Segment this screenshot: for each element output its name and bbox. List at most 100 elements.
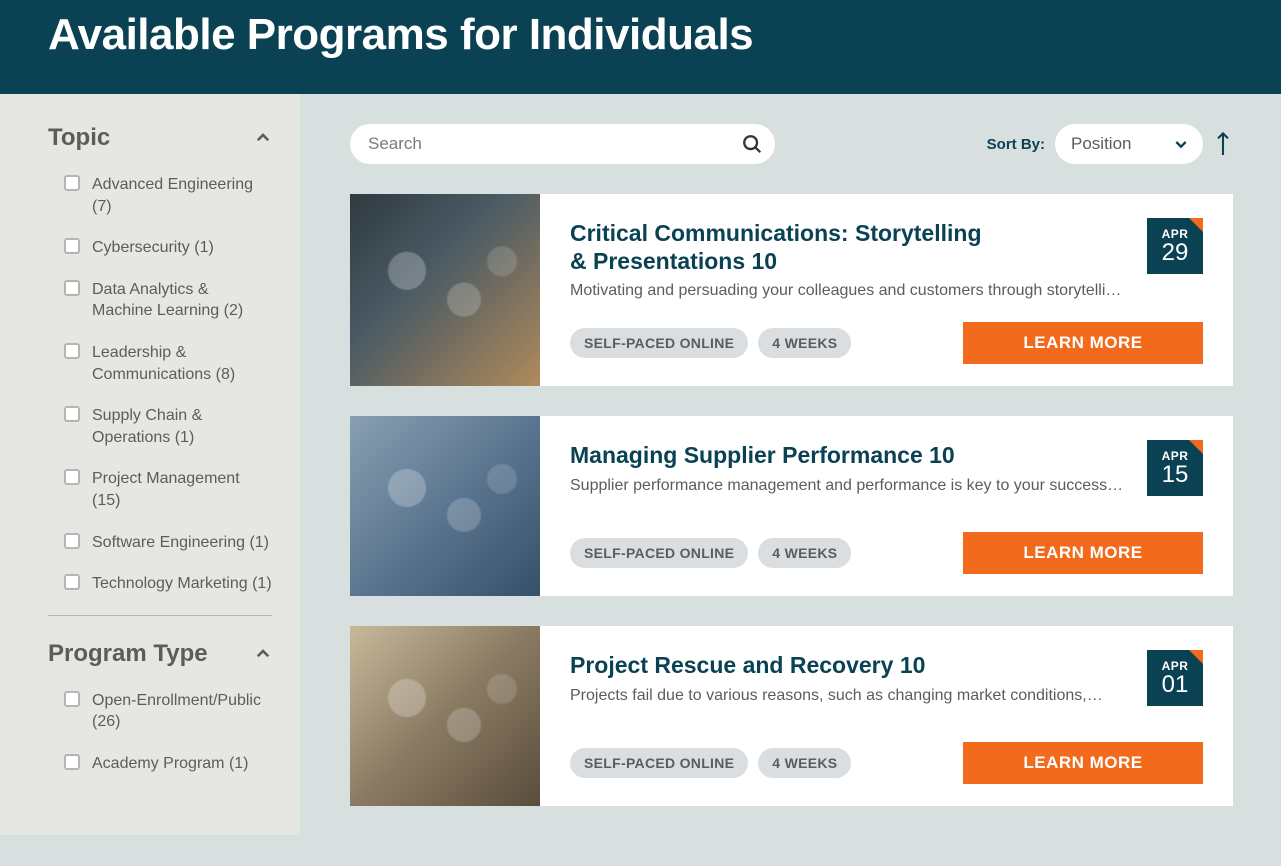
search-input[interactable] [350, 124, 775, 164]
program-card-body: APR15 Managing Supplier Performance 10 Sup… [540, 416, 1233, 596]
checkbox[interactable] [64, 574, 80, 590]
filter-options: Open-Enrollment/Public (26) Academy Progr… [48, 690, 272, 775]
filter-option-count: (1) [194, 239, 214, 256]
search-wrapper [350, 124, 775, 164]
filter-section: Topic Advanced Engineering (7) Cybersecuri… [48, 124, 272, 595]
program-tag: SELF-PACED ONLINE [570, 538, 748, 568]
main-layout: Topic Advanced Engineering (7) Cybersecuri… [0, 94, 1281, 866]
filter-option[interactable]: Leadership & Communications (8) [64, 342, 272, 385]
program-thumbnail [350, 626, 540, 806]
program-tag: 4 WEEKS [758, 748, 851, 778]
learn-more-button[interactable]: LEARN MORE [963, 532, 1203, 574]
learn-more-button[interactable]: LEARN MORE [963, 322, 1203, 364]
page-header: Available Programs for Individuals [0, 0, 1281, 94]
checkbox[interactable] [64, 175, 80, 191]
sort-direction-button[interactable] [1213, 130, 1233, 158]
filter-section-header[interactable]: Topic [48, 124, 272, 152]
filter-option-count: (7) [92, 198, 112, 215]
filter-section-header[interactable]: Program Type [48, 640, 272, 668]
program-thumbnail [350, 416, 540, 596]
filter-options: Advanced Engineering (7) Cybersecurity (1… [48, 174, 272, 595]
program-tag: 4 WEEKS [758, 328, 851, 358]
search-icon[interactable] [741, 133, 763, 155]
filter-option[interactable]: Cybersecurity (1) [64, 237, 272, 259]
filter-option-count: (2) [224, 302, 244, 319]
chevron-up-icon [254, 645, 272, 663]
program-title[interactable]: Managing Supplier Performance 10 [570, 442, 1000, 470]
controls-row: Sort By: Position [350, 124, 1233, 164]
sort-select[interactable]: Position [1055, 124, 1203, 164]
program-tag: SELF-PACED ONLINE [570, 328, 748, 358]
program-card: APR29 Critical Communications: Storytelli… [350, 194, 1233, 386]
filter-option-label: Data Analytics & Machine Learning (2) [92, 279, 272, 322]
program-description: Supplier performance management and perf… [570, 476, 1130, 497]
program-tags: SELF-PACED ONLINE 4 WEEKS [570, 538, 851, 568]
thumbnail-overlay [350, 416, 540, 596]
program-title[interactable]: Critical Communications: Storytelling & … [570, 220, 1000, 275]
filter-option-label: Academy Program (1) [92, 753, 249, 775]
filter-option[interactable]: Advanced Engineering (7) [64, 174, 272, 217]
filter-option-label: Cybersecurity (1) [92, 237, 214, 259]
program-tag: 4 WEEKS [758, 538, 851, 568]
program-card-bottom: SELF-PACED ONLINE 4 WEEKS LEARN MORE [570, 532, 1203, 574]
filter-option[interactable]: Software Engineering (1) [64, 532, 272, 554]
checkbox[interactable] [64, 469, 80, 485]
program-card-body: APR29 Critical Communications: Storytelli… [540, 194, 1233, 386]
thumbnail-overlay [350, 194, 540, 386]
filter-option-count: (1) [175, 429, 195, 446]
program-tag: SELF-PACED ONLINE [570, 748, 748, 778]
filter-option-label: Project Management (15) [92, 468, 272, 511]
thumbnail-overlay [350, 626, 540, 806]
content-area: Sort By: Position APR29 Critical Communic… [300, 94, 1281, 866]
checkbox[interactable] [64, 406, 80, 422]
filter-option[interactable]: Open-Enrollment/Public (26) [64, 690, 272, 733]
filter-option-count: (15) [92, 492, 120, 509]
learn-more-button[interactable]: LEARN MORE [963, 742, 1203, 784]
program-tags: SELF-PACED ONLINE 4 WEEKS [570, 328, 851, 358]
date-badge-day: 01 [1162, 673, 1189, 697]
program-card: APR15 Managing Supplier Performance 10 Sup… [350, 416, 1233, 596]
filter-option-count: (26) [92, 713, 120, 730]
program-card-bottom: SELF-PACED ONLINE 4 WEEKS LEARN MORE [570, 322, 1203, 364]
filter-sidebar: Topic Advanced Engineering (7) Cybersecuri… [0, 94, 300, 835]
date-badge-day: 15 [1162, 463, 1189, 487]
filter-option[interactable]: Academy Program (1) [64, 753, 272, 775]
checkbox[interactable] [64, 691, 80, 707]
program-title[interactable]: Project Rescue and Recovery 10 [570, 652, 1000, 680]
filter-option-count: (1) [252, 575, 272, 592]
filter-option[interactable]: Technology Marketing (1) [64, 573, 272, 595]
program-description: Motivating and persuading your colleague… [570, 281, 1130, 302]
filter-option-label: Supply Chain & Operations (1) [92, 405, 272, 448]
filter-option-label: Open-Enrollment/Public (26) [92, 690, 272, 733]
chevron-up-icon [254, 129, 272, 147]
date-badge: APR01 [1147, 650, 1203, 706]
filter-section: Program Type Open-Enrollment/Public (26) A… [48, 640, 272, 775]
date-badge: APR15 [1147, 440, 1203, 496]
checkbox[interactable] [64, 754, 80, 770]
filter-option[interactable]: Supply Chain & Operations (1) [64, 405, 272, 448]
filter-option-label: Leadership & Communications (8) [92, 342, 272, 385]
filter-option-count: (1) [249, 534, 269, 551]
chevron-down-icon [1173, 136, 1189, 152]
filter-option-label: Technology Marketing (1) [92, 573, 272, 595]
filter-option-count: (8) [216, 366, 236, 383]
checkbox[interactable] [64, 533, 80, 549]
checkbox[interactable] [64, 343, 80, 359]
program-thumbnail [350, 194, 540, 386]
program-card-body: APR01Project Rescue and Recovery 10Proje… [540, 626, 1233, 806]
page-title: Available Programs for Individuals [48, 10, 1233, 60]
program-card-bottom: SELF-PACED ONLINE 4 WEEKS LEARN MORE [570, 742, 1203, 784]
filter-option-label: Advanced Engineering (7) [92, 174, 272, 217]
sort-label: Sort By: [987, 136, 1045, 153]
checkbox[interactable] [64, 238, 80, 254]
program-tags: SELF-PACED ONLINE 4 WEEKS [570, 748, 851, 778]
filter-section-title: Topic [48, 124, 110, 152]
filter-option-label: Software Engineering (1) [92, 532, 269, 554]
program-list: APR29 Critical Communications: Storytelli… [350, 194, 1233, 806]
checkbox[interactable] [64, 280, 80, 296]
filter-option-count: (1) [229, 755, 249, 772]
sort-group: Sort By: Position [987, 124, 1233, 164]
filter-option[interactable]: Project Management (15) [64, 468, 272, 511]
date-badge: APR29 [1147, 218, 1203, 274]
filter-option[interactable]: Data Analytics & Machine Learning (2) [64, 279, 272, 322]
